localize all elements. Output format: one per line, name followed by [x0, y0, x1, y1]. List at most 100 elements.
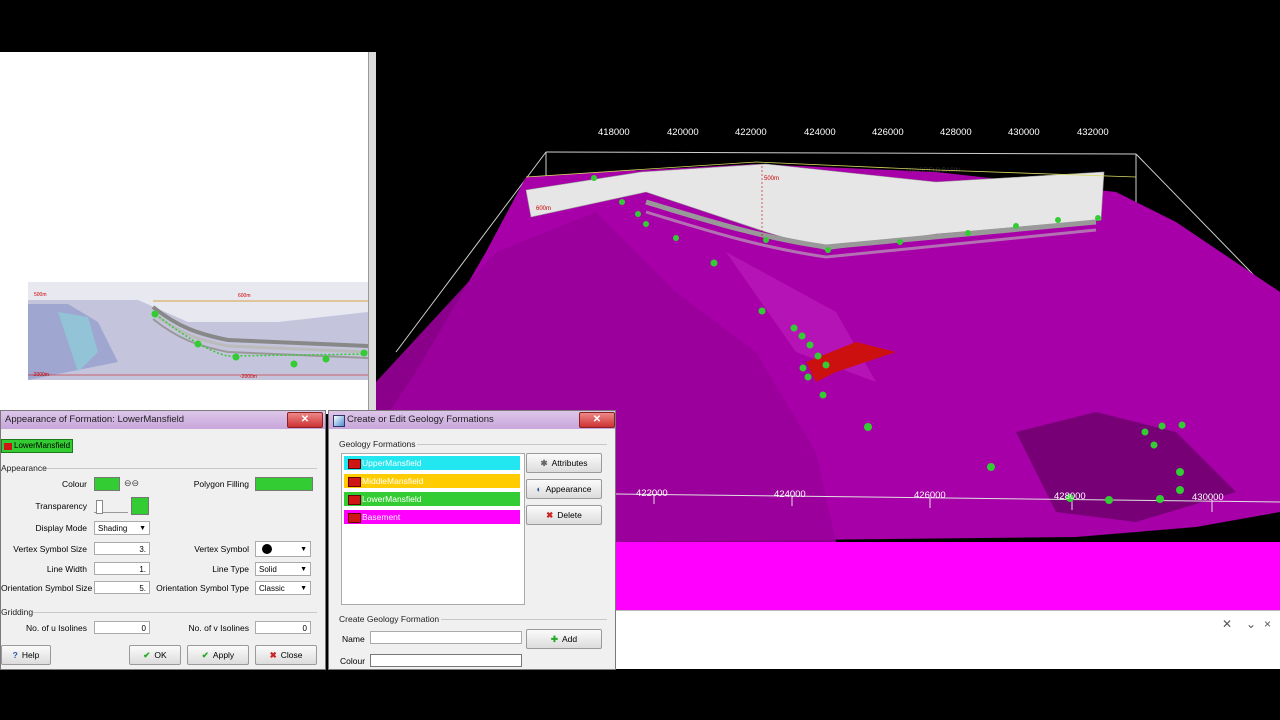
- u-isolines-field[interactable]: 0: [94, 621, 150, 634]
- delete-icon: ✖: [546, 510, 554, 520]
- app-icon: [333, 415, 345, 427]
- appearance-close-icon[interactable]: ✕: [287, 412, 323, 428]
- top-axis-label-1: 420000: [667, 127, 699, 138]
- attributes-button[interactable]: ✱ Attributes: [526, 453, 602, 473]
- colour-swatch[interactable]: [94, 477, 120, 491]
- appearance-header: Appearance: [1, 463, 47, 473]
- formation-icon: [348, 477, 361, 487]
- section-bottom-right-label: -2000m: [240, 374, 257, 380]
- appearance-button[interactable]: ◐ Appearance: [526, 479, 602, 499]
- formation-icon: [348, 459, 361, 469]
- formation-icon: [348, 513, 361, 523]
- add-button[interactable]: ✚ Add: [526, 629, 602, 649]
- filled-circle-icon: [262, 544, 272, 554]
- gridding-header: Gridding: [1, 607, 34, 617]
- formation-label: UpperMansfield: [362, 458, 422, 468]
- appearance-dialog-title: Appearance of Formation: LowerMansfield: [1, 411, 325, 429]
- list-item[interactable]: Basement: [344, 510, 520, 524]
- section-top-label: 500m: [34, 292, 47, 298]
- star-icon: ✱: [540, 458, 548, 468]
- polygon-filling-label: Polygon Filling: [193, 479, 249, 489]
- geology-formations-dialog: Create or Edit Geology Formations ✕ Geol…: [328, 410, 616, 670]
- colour-swatch[interactable]: [370, 654, 522, 667]
- top-axis-label-4: 426000: [872, 127, 904, 138]
- section-depth-mid: 500m: [764, 176, 779, 182]
- line-width-label: Line Width: [46, 564, 87, 574]
- close-button[interactable]: ✖ Close: [255, 645, 317, 665]
- ground-axis-label-0: 422000: [636, 488, 668, 499]
- link-icon[interactable]: ⊖⊖: [124, 478, 139, 489]
- orientation-symbol-type-select[interactable]: Classic ▼: [255, 581, 311, 595]
- add-button-label: Add: [562, 634, 578, 644]
- attributes-button-label: Attributes: [551, 458, 588, 468]
- chevron-down-icon[interactable]: ⌄: [1246, 617, 1256, 631]
- help-icon: ?: [12, 650, 18, 660]
- list-item[interactable]: LowerMansfield: [344, 492, 520, 506]
- vertex-symbol-label: Vertex Symbol: [194, 544, 249, 554]
- appearance-button-label: Appearance: [545, 484, 592, 494]
- list-item[interactable]: MiddleMansfield: [344, 474, 520, 488]
- line-type-value: Solid: [259, 565, 277, 574]
- v-isolines-label: No. of v Isolines: [188, 623, 249, 633]
- transparency-swatch: [131, 497, 149, 515]
- display-mode-label: Display Mode: [35, 523, 88, 533]
- ground-axis-label-4: 430000: [1192, 492, 1224, 503]
- top-axis-label-0: 418000: [598, 127, 630, 138]
- formation-icon: [4, 443, 12, 450]
- line-type-select[interactable]: Solid ▼: [255, 562, 311, 576]
- close-icon: ✖: [269, 650, 277, 660]
- geology-close-icon[interactable]: ✕: [579, 412, 615, 428]
- dropdown-arrow-icon: ▼: [139, 525, 146, 532]
- orientation-symbol-size-field[interactable]: 5.: [94, 581, 150, 594]
- v-isolines-field[interactable]: 0: [255, 621, 311, 634]
- orientation-symbol-type-value: Classic: [259, 584, 285, 593]
- delete-button[interactable]: ✖ Delete: [526, 505, 602, 525]
- transparency-slider[interactable]: [94, 500, 128, 514]
- polygon-filling-swatch[interactable]: [255, 477, 313, 491]
- apply-button[interactable]: ✔ Apply: [187, 645, 249, 665]
- close-icon[interactable]: ×: [1264, 617, 1271, 631]
- ok-button[interactable]: ✔ OK: [129, 645, 181, 665]
- formation-label: MiddleMansfield: [362, 476, 424, 486]
- list-item[interactable]: UpperMansfield: [344, 456, 520, 470]
- vertex-symbol-select[interactable]: ▼: [255, 541, 311, 557]
- orientation-symbol-type-label: Orientation Symbol Type: [156, 583, 249, 593]
- ok-button-label: OK: [154, 650, 167, 660]
- ground-axis-label-1: 424000: [774, 489, 806, 500]
- vertex-symbol-size-field[interactable]: 3.: [94, 542, 150, 555]
- display-mode-value: Shading: [98, 524, 128, 533]
- geology-dialog-title: Create or Edit Geology Formations: [329, 411, 615, 429]
- ground-axis-label-2: 426000: [914, 490, 946, 501]
- bottom-panel: ✕ ⌄ ×: [616, 610, 1280, 669]
- dropdown-arrow-icon: ▼: [300, 585, 307, 592]
- appearance-dialog: Appearance of Formation: LowerMansfield …: [0, 410, 326, 670]
- u-isolines-label: No. of u Isolines: [26, 623, 87, 633]
- formations-list[interactable]: UpperMansfield MiddleMansfield LowerMans…: [341, 453, 525, 605]
- plus-icon: ✚: [550, 634, 558, 644]
- cross-section-image: 500m 600m -2000m -2000m: [28, 282, 368, 380]
- display-mode-select[interactable]: Shading ▼: [94, 521, 150, 535]
- check-icon: ✔: [143, 650, 151, 660]
- palette-icon: ◐: [536, 484, 542, 494]
- close-button-label: Close: [280, 650, 303, 660]
- formation-label: LowerMansfield: [362, 494, 422, 504]
- name-field[interactable]: [370, 631, 522, 644]
- formation-label: Basement: [362, 512, 401, 522]
- line-width-field[interactable]: 1.: [94, 562, 150, 575]
- clear-icon[interactable]: ✕: [1222, 617, 1232, 631]
- apply-button-label: Apply: [212, 650, 235, 660]
- top-axis-label-5: 428000: [940, 127, 972, 138]
- vertex-symbol-size-label: Vertex Symbol Size: [13, 544, 87, 554]
- section-mid-label: 600m: [238, 293, 251, 299]
- top-axis-label-7: 432000: [1077, 127, 1109, 138]
- basement-floor: [616, 542, 1280, 610]
- formation-icon: [348, 495, 361, 505]
- section-bottom-left-label: -2000m: [32, 372, 49, 378]
- section-depth-top: 600m: [536, 206, 551, 212]
- top-axis-label-6: 430000: [1008, 127, 1040, 138]
- slider-handle[interactable]: [96, 500, 103, 514]
- colour-label: Colour: [340, 656, 366, 666]
- help-button[interactable]: ? Help: [1, 645, 51, 665]
- name-label: Name: [342, 634, 365, 644]
- line-type-label: Line Type: [212, 564, 249, 574]
